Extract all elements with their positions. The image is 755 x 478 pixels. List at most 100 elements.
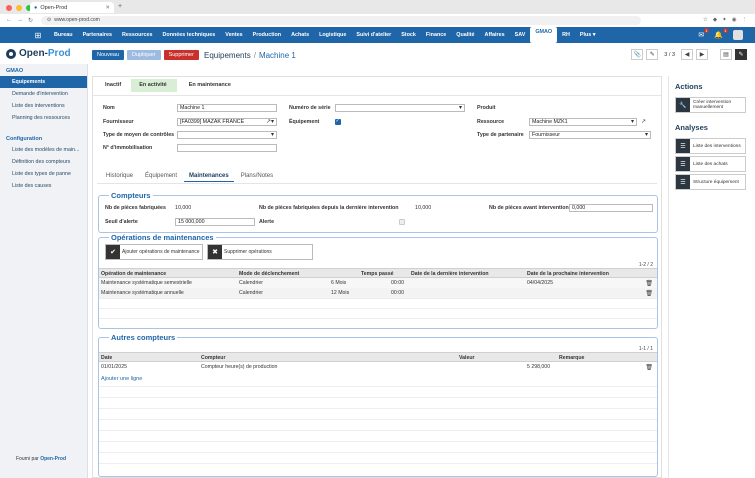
- new-button[interactable]: Nouveau: [92, 50, 125, 60]
- autres-header-remarque[interactable]: Remarque: [559, 355, 584, 361]
- profile-icon[interactable]: ◉: [732, 17, 737, 23]
- analysis-structure-equipement-button[interactable]: ☰ Structure équipement: [675, 174, 746, 190]
- table-row[interactable]: Maintenance systématique annuelle Calendr…: [99, 288, 657, 298]
- nav-item-suivi-d-atelier[interactable]: Suivi d'atelier: [351, 27, 396, 43]
- footer-brand-link[interactable]: Open-Prod: [40, 456, 66, 462]
- nav-item-stock[interactable]: Stock: [396, 27, 421, 43]
- sidebar-item-equipements[interactable]: Equipements: [0, 76, 87, 88]
- nav-item-production[interactable]: Production: [248, 27, 286, 43]
- attachment-icon[interactable]: 📎: [631, 49, 644, 60]
- nav-item-achats[interactable]: Achats: [286, 27, 314, 43]
- operations-header-temps-passe[interactable]: Temps passé: [361, 271, 393, 277]
- status-inactif[interactable]: Inactif: [97, 79, 132, 92]
- sidebar-item-definition-des-compteurs[interactable]: Définition des compteurs: [0, 156, 87, 168]
- operations-header-mode-de-declenchement[interactable]: Mode de déclenchement: [239, 271, 299, 277]
- immobilisation-input[interactable]: [177, 144, 277, 152]
- minimize-window-button[interactable]: [16, 5, 22, 11]
- fournisseur-select[interactable]: [FA0399] MAZAK FRANCE: [177, 118, 277, 126]
- delete-maintenance-ops-button[interactable]: ✖ Supprimer opérations: [207, 244, 313, 260]
- nav-item-logistique[interactable]: Logistique: [314, 27, 351, 43]
- table-row[interactable]: 01/01/2025 Compteur heure(s) de productio…: [99, 362, 657, 372]
- breadcrumb-parent[interactable]: Equipements: [204, 51, 251, 60]
- sidebar-item-liste-des-modeles-de-main[interactable]: Liste des modèles de main...: [0, 144, 87, 156]
- forward-icon[interactable]: →: [17, 17, 23, 24]
- logo[interactable]: Open-Prod: [6, 48, 71, 59]
- tab-historique[interactable]: Historique: [101, 171, 138, 182]
- status-en-activite[interactable]: En activité: [131, 79, 183, 92]
- operations-header-date-de-la-prochaine-intervention[interactable]: Date de la prochaine intervention: [527, 271, 609, 277]
- table-cell: 00:00: [391, 280, 404, 286]
- edit-icon[interactable]: ✎: [646, 49, 659, 60]
- create-intervention-button[interactable]: 🔧 Créer intervention manuellement: [675, 97, 746, 113]
- browser-menu-icon[interactable]: ⋮: [742, 17, 748, 23]
- pieces-avant-input[interactable]: 0,000: [569, 204, 653, 212]
- tab-maintenances[interactable]: Maintenances: [184, 171, 234, 182]
- reload-icon[interactable]: ↻: [28, 17, 33, 24]
- analysis-liste-des-achats-button[interactable]: ☰ Liste des achats: [675, 156, 746, 172]
- operations-header-date-de-la-derniere-intervention[interactable]: Date de la dernière intervention: [411, 271, 489, 277]
- table-row[interactable]: Maintenance systématique semestrielle Cal…: [99, 278, 657, 288]
- type-moyen-select[interactable]: [177, 131, 277, 139]
- numero-serie-select[interactable]: [335, 104, 465, 112]
- nav-item-ventes[interactable]: Ventes: [220, 27, 247, 43]
- nav-item-plus[interactable]: Plus ▾: [575, 27, 601, 43]
- nom-input[interactable]: Machine 1: [177, 104, 277, 112]
- autres-header-valeur[interactable]: Valeur: [459, 355, 475, 361]
- empty-row: [99, 408, 657, 418]
- sidebar-item-demande-d-intervention[interactable]: Demande d'intervention: [0, 88, 87, 100]
- new-tab-button[interactable]: +: [118, 3, 122, 10]
- tab-plans-notes[interactable]: Plans/Notes: [236, 171, 278, 182]
- alerte-checkbox[interactable]: [399, 219, 405, 225]
- autres-header-date[interactable]: Date: [101, 355, 112, 361]
- autres-header-compteur[interactable]: Compteur: [201, 355, 226, 361]
- nav-item-donnees-techniques[interactable]: Données techniques: [158, 27, 221, 43]
- nav-item-ressources[interactable]: Ressources: [117, 27, 158, 43]
- close-tab-icon[interactable]: ✕: [105, 5, 110, 11]
- form-view-icon[interactable]: ▤: [720, 49, 732, 60]
- duplicate-button[interactable]: Dupliquer: [127, 50, 161, 60]
- previous-icon[interactable]: ◀: [681, 49, 693, 60]
- notifications-icon[interactable]: 🔔 1: [714, 28, 728, 39]
- sidebar-item-liste-des-interventions[interactable]: Liste des interventions: [0, 100, 87, 112]
- extension-icon[interactable]: ◆: [713, 17, 717, 23]
- messages-icon[interactable]: ✉ 1: [698, 28, 710, 39]
- analysis-liste-des-interventions-button[interactable]: ☰ Liste des interventions: [675, 138, 746, 154]
- seuil-alerte-input[interactable]: 15 000,000: [175, 218, 255, 226]
- add-line-link[interactable]: Ajouter une ligne: [101, 376, 142, 382]
- ressource-external-link-icon[interactable]: ↗: [641, 118, 646, 125]
- edit-mode-icon[interactable]: ✎: [735, 49, 747, 60]
- nav-item-sav[interactable]: SAV: [510, 27, 531, 43]
- user-avatar[interactable]: [733, 30, 743, 40]
- nav-item-partenaires[interactable]: Partenaires: [78, 27, 117, 43]
- apps-grid-icon[interactable]: ⊞: [30, 31, 46, 40]
- puzzle-icon[interactable]: ✦: [722, 17, 727, 23]
- fournisseur-external-link-icon[interactable]: ↗: [266, 118, 271, 125]
- close-window-button[interactable]: [6, 5, 12, 11]
- tab-equipement[interactable]: Équipement: [140, 171, 182, 182]
- nav-item-rh[interactable]: RH: [557, 27, 575, 43]
- operations-header-operation-de-maintenance[interactable]: Opération de maintenance: [101, 271, 166, 277]
- trash-icon[interactable]: 🗑: [645, 280, 653, 287]
- type-partenaire-select[interactable]: Fournisseur: [529, 131, 651, 139]
- nav-item-bureau[interactable]: Bureau: [49, 27, 78, 43]
- bookmark-star-icon[interactable]: ☆: [703, 17, 708, 23]
- back-icon[interactable]: ←: [6, 17, 12, 24]
- url-bar-row: ← → ↻ ⊙ www.open-prod.com ☆ ◆ ✦ ◉ ⋮: [0, 14, 755, 26]
- next-icon[interactable]: ▶: [696, 49, 708, 60]
- sidebar-item-liste-des-types-de-panne[interactable]: Liste des types de panne: [0, 168, 87, 180]
- status-en-maintenance[interactable]: En maintenance: [176, 79, 241, 92]
- nav-item-affaires[interactable]: Affaires: [480, 27, 510, 43]
- nav-item-finance[interactable]: Finance: [421, 27, 451, 43]
- browser-tab[interactable]: ● Open-Prod ✕: [30, 2, 114, 13]
- add-maintenance-ops-button[interactable]: ✔ Ajouter opérations de maintenance: [105, 244, 203, 260]
- delete-button[interactable]: Supprimer: [163, 50, 199, 60]
- equipement-checkbox[interactable]: [335, 118, 341, 125]
- trash-icon[interactable]: 🗑: [645, 290, 653, 297]
- sidebar-item-liste-des-causes[interactable]: Liste des causes: [0, 180, 87, 192]
- nav-item-gmao[interactable]: GMAO: [530, 27, 558, 43]
- address-bar[interactable]: ⊙ www.open-prod.com: [41, 15, 642, 25]
- trash-icon[interactable]: 🗑: [645, 364, 653, 371]
- sidebar-item-planning-des-ressources[interactable]: Planning des ressources: [0, 112, 87, 124]
- ressource-select[interactable]: Machine MZK1: [529, 118, 637, 126]
- nav-item-qualite[interactable]: Qualité: [451, 27, 479, 43]
